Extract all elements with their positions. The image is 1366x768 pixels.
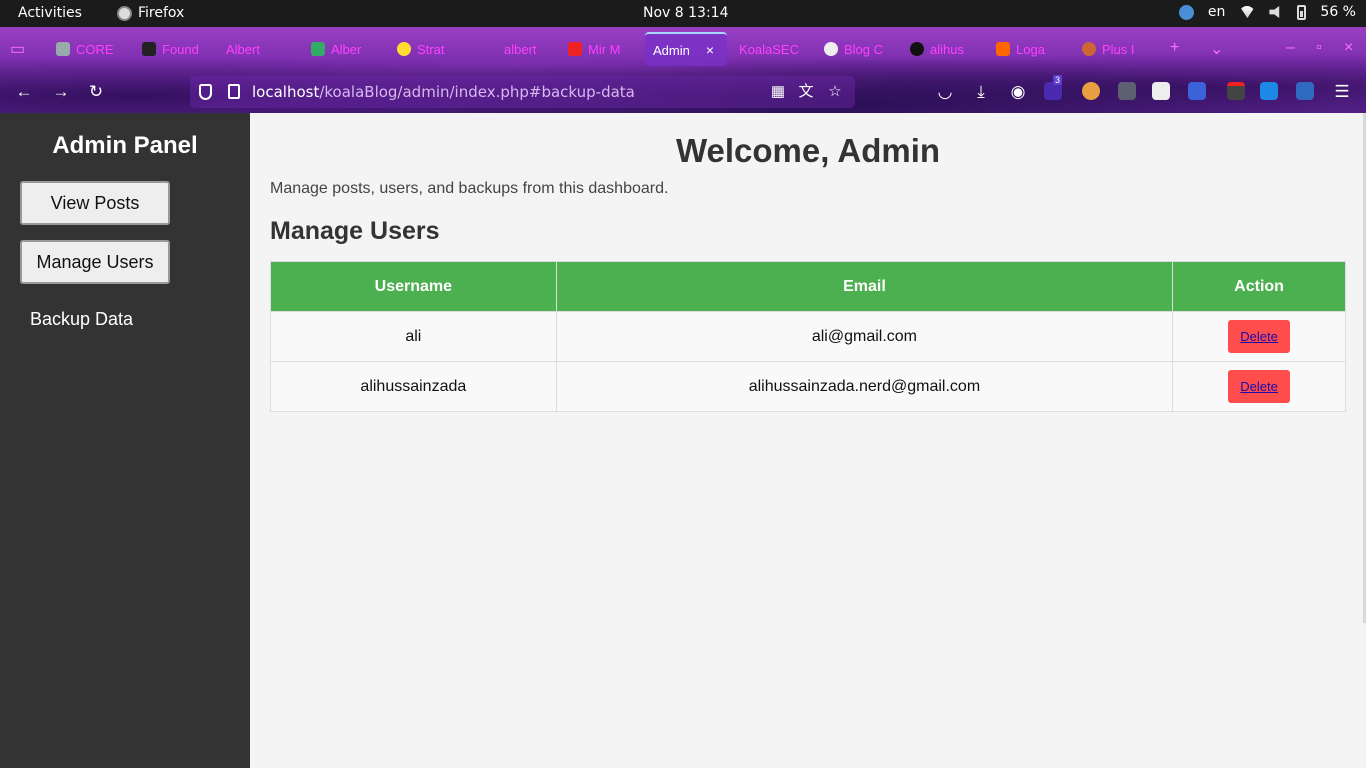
table-row: ali ali@gmail.com Delete — [270, 311, 1346, 362]
tab-strat[interactable]: Strat — [397, 35, 462, 63]
username-cell: ali — [270, 311, 557, 362]
tab-strip: ▭ CORE Found Albert Alber Strat albert M… — [0, 27, 1366, 71]
email-cell: ali@gmail.com — [555, 311, 1174, 362]
sidebar-title: Admin Panel — [52, 132, 198, 159]
extension-icon[interactable] — [1082, 82, 1100, 100]
url-bar[interactable]: localhost/koalaBlog/admin/index.php#back… — [190, 76, 855, 108]
qr-code-icon[interactable]: ▦ — [770, 84, 786, 100]
pocket-icon[interactable]: ◡ — [935, 82, 955, 102]
tab-list-icon[interactable]: ⌄ — [1210, 39, 1223, 59]
account-icon[interactable]: ◉ — [1008, 82, 1028, 102]
app-menu[interactable]: Firefox — [117, 5, 184, 21]
email-cell: alihussainzada.nerd@gmail.com — [555, 361, 1174, 412]
github-icon — [910, 42, 924, 56]
battery-icon — [1297, 4, 1307, 20]
page-title: Welcome, Admin — [675, 132, 941, 169]
bookmark-star-icon[interactable]: ☆ — [827, 84, 843, 100]
tab-favicon — [311, 42, 325, 56]
backup-data-link[interactable]: Backup Data — [30, 309, 133, 330]
delete-button[interactable]: Delete — [1228, 370, 1290, 403]
delete-button[interactable]: Delete — [1228, 320, 1290, 353]
translate-extension-icon[interactable] — [1296, 82, 1314, 100]
tab-found[interactable]: Found — [142, 35, 207, 63]
system-top-bar: Activities Firefox Nov 8 13:14 en 56 % — [0, 0, 1366, 27]
system-status-area[interactable]: en 56 % — [1178, 4, 1356, 20]
manage-users-button[interactable]: Manage Users — [20, 240, 170, 284]
firefox-icon — [117, 5, 132, 21]
app-name: Firefox — [138, 5, 185, 21]
navigation-bar: ← → ↻ localhost/koalaBlog/admin/index.ph… — [0, 71, 1366, 113]
menu-icon[interactable]: ☰ — [1332, 82, 1352, 102]
intro-text: Manage posts, users, and backups from th… — [270, 180, 669, 197]
extension-icon[interactable] — [1260, 82, 1278, 100]
username-cell: alihussainzada — [270, 361, 557, 412]
action-cell: Delete — [1172, 361, 1346, 412]
tab-favicon — [142, 42, 156, 56]
browser-chrome: ▭ CORE Found Albert Alber Strat albert M… — [0, 27, 1366, 113]
forward-icon[interactable]: → — [51, 82, 71, 102]
tab-loga[interactable]: Loga — [996, 35, 1062, 63]
globe-icon — [1178, 4, 1194, 20]
maximize-icon[interactable]: ▫ — [1316, 39, 1322, 57]
action-cell: Delete — [1172, 311, 1346, 362]
translate-icon[interactable]: 文 — [798, 84, 814, 100]
downloads-icon[interactable]: ⤓ — [971, 82, 991, 102]
users-table: Username Email Action ali ali@gmail.com … — [270, 261, 1346, 412]
wifi-icon — [1239, 6, 1256, 18]
extension-badge: 3 — [1053, 75, 1063, 85]
new-tab-icon[interactable]: + — [1170, 39, 1179, 57]
main-content: Welcome, Admin Manage posts, users, and … — [250, 113, 1366, 768]
tab-core[interactable]: CORE — [56, 35, 126, 63]
table-row: alihussainzada alihussainzada.nerd@gmail… — [270, 361, 1346, 412]
activities-button[interactable]: Activities — [18, 5, 82, 21]
extension-icon[interactable] — [1227, 82, 1245, 100]
tab-alber[interactable]: Alber — [311, 35, 376, 63]
section-title: Manage Users — [270, 217, 440, 245]
extension-icon[interactable] — [1118, 82, 1136, 100]
tab-admin-active[interactable]: Admin × — [645, 32, 727, 66]
view-posts-button[interactable]: View Posts — [20, 181, 170, 225]
tab-favicon — [996, 42, 1010, 56]
language-indicator[interactable]: en — [1208, 4, 1226, 20]
reload-icon[interactable]: ↻ — [86, 82, 106, 102]
tab-favicon — [56, 42, 70, 56]
volume-icon — [1269, 6, 1280, 18]
column-header-email: Email — [555, 261, 1174, 312]
url-text[interactable]: localhost/koalaBlog/admin/index.php#back… — [252, 83, 635, 101]
tracking-protection-icon[interactable] — [199, 84, 212, 100]
tab-favicon — [397, 42, 411, 56]
tab-github[interactable]: alihus — [910, 35, 976, 63]
column-header-action: Action — [1172, 261, 1346, 312]
tab-albert[interactable]: Albert — [226, 35, 291, 63]
clock[interactable]: Nov 8 13:14 — [643, 5, 728, 21]
tab-mir[interactable]: Mir M — [568, 35, 634, 63]
chatgpt-icon — [824, 42, 838, 56]
battery-percent: 56 % — [1320, 4, 1356, 20]
column-header-username: Username — [270, 261, 557, 312]
youtube-icon — [568, 42, 582, 56]
tab-plus[interactable]: Plus I — [1082, 35, 1148, 63]
table-header-row: Username Email Action — [270, 261, 1346, 312]
page-info-icon[interactable] — [228, 84, 240, 99]
extensions-puzzle-icon[interactable] — [1152, 82, 1170, 100]
tab-koalasec[interactable]: KoalaSEC — [739, 35, 809, 63]
tab-blog[interactable]: Blog C — [824, 35, 890, 63]
tab-favicon — [1082, 42, 1096, 56]
sidebar: Admin Panel View Posts Manage Users Back… — [0, 113, 250, 768]
extension-icon[interactable] — [1188, 82, 1206, 100]
back-icon[interactable]: ← — [14, 82, 34, 102]
close-tab-icon[interactable]: × — [706, 42, 714, 58]
close-window-icon[interactable]: × — [1344, 39, 1353, 57]
minimize-icon[interactable]: – — [1286, 39, 1295, 57]
firefox-view-icon[interactable]: ▭ — [10, 39, 25, 59]
tab-albert-2[interactable]: albert — [504, 35, 554, 63]
